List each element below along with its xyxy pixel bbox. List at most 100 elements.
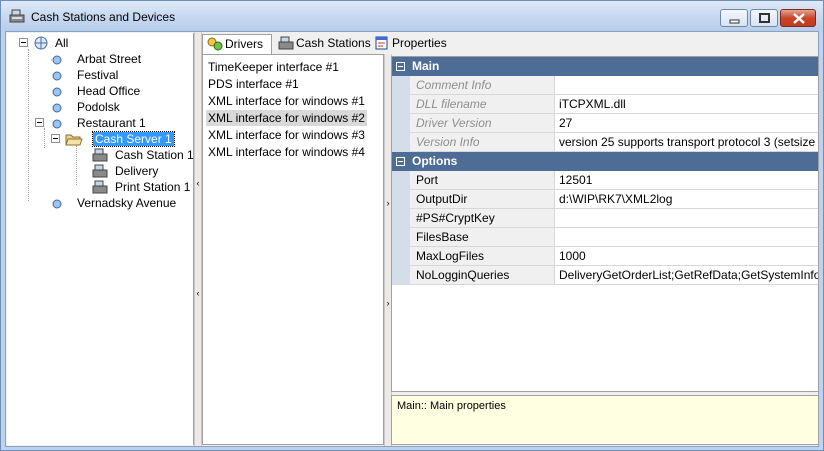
properties-icon — [375, 36, 388, 50]
location-icon — [52, 199, 62, 209]
property-grid[interactable]: Main Comment Info DLL filename iTCPXML.d… — [391, 56, 819, 392]
cash-register-icon — [92, 180, 108, 194]
property-name: #PS#CryptKey — [410, 209, 555, 227]
location-icon — [52, 87, 62, 97]
tree-splitter[interactable]: ‹ ‹ — [194, 32, 202, 446]
property-row[interactable]: Version Info version 25 supports transpo… — [392, 133, 818, 152]
minimize-button[interactable] — [720, 9, 748, 27]
row-gutter — [392, 114, 410, 133]
close-button[interactable] — [780, 9, 816, 27]
property-description: Main:: Main properties — [391, 395, 819, 445]
maximize-icon — [759, 13, 770, 23]
drivers-icon — [207, 37, 223, 51]
property-row[interactable]: OutputDir d:\WIP\RK7\XML2log — [392, 190, 818, 209]
tab-cash-stations[interactable]: Cash Stations — [274, 34, 371, 54]
list-item[interactable]: XML interface for windows #3 — [206, 127, 367, 143]
tree-label: Festival — [77, 68, 119, 82]
tab-label[interactable]: Cash Stations — [296, 36, 371, 50]
property-value[interactable]: iTCPXML.dll — [556, 95, 818, 113]
property-value[interactable] — [556, 76, 818, 94]
tree-node-festival[interactable]: Festival — [51, 67, 191, 83]
title-bar[interactable]: Cash Stations and Devices — [1, 1, 823, 31]
tree-label: Arbat Street — [77, 52, 142, 66]
property-value[interactable]: d:\WIP\RK7\XML2log — [556, 190, 818, 208]
tree-node-all[interactable]: All — [19, 35, 179, 51]
tab-drivers[interactable]: Drivers — [202, 34, 272, 54]
tab-label: Drivers — [225, 37, 263, 51]
property-value[interactable]: DeliveryGetOrderList;GetRefData;GetSyste… — [556, 266, 818, 284]
list-item[interactable]: PDS interface #1 — [206, 76, 301, 92]
tree-node-cash-station-1[interactable]: Cash Station 1 — [91, 147, 194, 163]
property-name: MaxLogFiles — [410, 247, 555, 265]
tree-node-delivery[interactable]: Delivery — [91, 163, 191, 179]
tree-node-vernadsky-avenue[interactable]: Vernadsky Avenue — [51, 195, 191, 211]
tab-label: Properties — [392, 36, 447, 50]
collapse-icon[interactable] — [396, 157, 405, 166]
cash-register-icon — [92, 164, 108, 178]
row-gutter — [392, 95, 410, 114]
row-gutter — [392, 76, 410, 95]
list-item[interactable]: XML interface for windows #1 — [206, 93, 367, 109]
tree-label: Head Office — [77, 84, 141, 98]
collapse-icon[interactable] — [51, 134, 60, 143]
property-row[interactable]: #PS#CryptKey — [392, 209, 818, 228]
cash-register-icon — [92, 148, 108, 162]
tree-label-selected: Cash Server 1 — [92, 131, 175, 147]
collapse-left-icon[interactable]: ‹ — [195, 288, 201, 298]
tree-label: Restaurant 1 — [77, 116, 146, 130]
tree-node-cash-server-1[interactable]: Cash Server 1 — [51, 131, 191, 147]
collapse-icon[interactable] — [19, 38, 28, 47]
list-item-selected[interactable]: XML interface for windows #2 — [206, 110, 367, 126]
property-value[interactable] — [556, 209, 818, 227]
property-row[interactable]: MaxLogFiles 1000 — [392, 247, 818, 266]
station-tree[interactable]: All Arbat Street Festival Head Office Po… — [7, 33, 194, 445]
location-icon — [52, 71, 62, 81]
collapse-left-icon[interactable]: ‹ — [195, 178, 201, 188]
property-name: NoLogginQueries — [410, 266, 555, 284]
maximize-button[interactable] — [750, 9, 778, 27]
property-value[interactable]: version 25 supports transport protocol 3… — [556, 133, 818, 151]
location-icon — [52, 103, 62, 113]
row-gutter — [392, 266, 410, 285]
tree-line — [76, 145, 77, 185]
property-row[interactable]: FilesBase — [392, 228, 818, 247]
row-gutter — [392, 190, 410, 209]
property-name: FilesBase — [410, 228, 555, 246]
tree-node-print-station-1[interactable]: Print Station 1 — [91, 179, 191, 195]
tree-node-head-office[interactable]: Head Office — [51, 83, 191, 99]
property-row[interactable]: DLL filename iTCPXML.dll — [392, 95, 818, 114]
collapse-icon[interactable] — [35, 118, 44, 127]
category-main[interactable]: Main — [392, 57, 818, 76]
property-row[interactable]: Driver Version 27 — [392, 114, 818, 133]
property-value[interactable]: 12501 — [556, 171, 818, 189]
property-row[interactable]: Comment Info — [392, 76, 818, 95]
collapse-icon[interactable] — [396, 62, 405, 71]
property-value[interactable] — [556, 228, 818, 246]
list-item[interactable]: TimeKeeper interface #1 — [206, 59, 341, 75]
property-value[interactable]: 1000 — [556, 247, 818, 265]
row-gutter — [392, 209, 410, 228]
network-icon — [34, 36, 48, 50]
row-gutter — [392, 133, 410, 152]
drivers-list[interactable]: TimeKeeper interface #1 PDS interface #1… — [202, 54, 384, 445]
property-value[interactable]: 27 — [556, 114, 818, 132]
category-options[interactable]: Options — [392, 152, 818, 171]
tree-label: Podolsk — [77, 100, 120, 114]
property-name: Comment Info — [410, 76, 555, 94]
row-gutter — [392, 247, 410, 266]
location-icon — [51, 55, 62, 65]
tab-properties[interactable]: Properties — [370, 34, 450, 54]
folder-open-icon — [65, 134, 83, 146]
row-gutter — [392, 228, 410, 247]
property-row[interactable]: Port 12501 — [392, 171, 818, 190]
tree-label: Cash Station 1 — [115, 148, 194, 162]
property-row[interactable]: NoLogginQueries DeliveryGetOrderList;Get… — [392, 266, 818, 285]
list-item[interactable]: XML interface for windows #4 — [206, 144, 367, 160]
cash-register-icon — [9, 9, 25, 23]
tree-node-podolsk[interactable]: Podolsk — [51, 99, 191, 115]
minimize-icon — [729, 19, 740, 24]
tree-node-arbat-street[interactable]: Arbat Street — [51, 51, 191, 67]
tree-label: All — [55, 36, 69, 50]
property-name: Driver Version — [410, 114, 555, 132]
tree-node-restaurant-1[interactable]: Restaurant 1 — [35, 115, 191, 131]
